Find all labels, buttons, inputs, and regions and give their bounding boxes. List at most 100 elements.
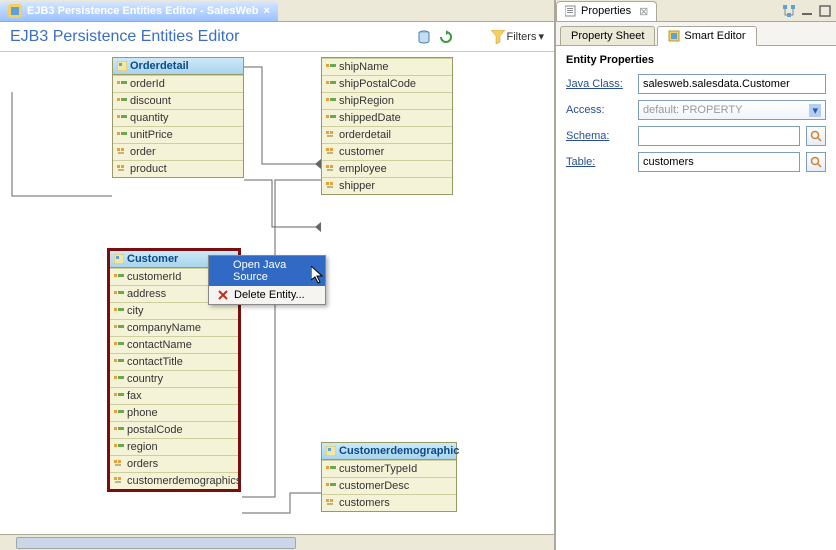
entity-icon <box>326 446 336 456</box>
filter-icon <box>491 30 505 44</box>
access-value: default: PROPERTY <box>643 104 742 116</box>
attr-icon <box>117 79 127 89</box>
pin-icon[interactable]: ⊠ <box>639 5 648 18</box>
attr-row[interactable]: unitPrice <box>113 126 243 143</box>
context-menu: Open Java Source Delete Entity... <box>208 255 326 305</box>
attr-row[interactable]: customer <box>322 143 452 160</box>
java-class-label[interactable]: Java Class: <box>566 78 632 90</box>
schema-label[interactable]: Schema: <box>566 130 632 142</box>
tab-property-sheet[interactable]: Property Sheet <box>560 26 655 46</box>
table-browse-button[interactable] <box>806 152 826 172</box>
schema-input[interactable] <box>638 126 800 146</box>
attr-row[interactable]: orderId <box>113 75 243 92</box>
attr-row[interactable]: quantity <box>113 109 243 126</box>
attr-row[interactable]: order <box>113 143 243 160</box>
properties-icon <box>565 5 577 17</box>
attr-row[interactable]: customerdemographics <box>110 472 238 489</box>
attr-icon <box>114 408 124 418</box>
table-label[interactable]: Table: <box>566 156 632 168</box>
attr-row[interactable]: customerDesc <box>322 477 456 494</box>
prop-row-table: Table: <box>566 152 826 172</box>
attr-row[interactable]: shipper <box>322 177 452 194</box>
properties-pane: Properties ⊠ Property Sheet Smart Editor… <box>556 0 836 550</box>
entity-canvas[interactable]: Orderdetail orderId discount quantity un… <box>0 52 554 534</box>
entity-icon <box>114 254 124 264</box>
entity-header[interactable]: Orderdetail <box>113 58 243 75</box>
attr-row[interactable]: discount <box>113 92 243 109</box>
attr-icon <box>114 323 124 333</box>
editor-pane: EJB3 Persistence Entities Editor - Sales… <box>0 0 556 550</box>
entity-orderdetail[interactable]: Orderdetail orderId discount quantity un… <box>112 57 244 178</box>
attr-icon <box>114 357 124 367</box>
scrollbar-thumb[interactable] <box>16 537 296 549</box>
rel-icon <box>117 147 127 157</box>
entity-name: Orderdetail <box>130 60 189 72</box>
entity-name: Customer <box>127 253 178 265</box>
chevron-down-icon: ▾ <box>809 104 821 117</box>
schema-browse-button[interactable] <box>806 126 826 146</box>
attr-row[interactable]: contactName <box>110 336 238 353</box>
sub-tab-label: Property Sheet <box>571 30 644 42</box>
attr-row[interactable]: contactTitle <box>110 353 238 370</box>
attr-row[interactable]: employee <box>322 160 452 177</box>
properties-view-tab[interactable]: Properties ⊠ <box>556 1 657 21</box>
attr-icon <box>326 62 336 72</box>
sub-tab-label: Smart Editor <box>684 30 745 42</box>
table-input[interactable] <box>638 152 800 172</box>
editor-tab[interactable]: EJB3 Persistence Entities Editor - Sales… <box>0 1 278 21</box>
attr-row[interactable]: customers <box>322 494 456 511</box>
entity-misc[interactable]: shipName shipPostalCode shipRegion shipp… <box>321 57 453 195</box>
refresh-icon[interactable] <box>439 30 453 44</box>
browse-icon <box>810 156 822 168</box>
menu-label: Open Java Source <box>233 259 317 283</box>
attr-row[interactable]: shipName <box>322 58 452 75</box>
rel-icon <box>117 164 127 174</box>
attr-icon <box>326 96 336 106</box>
attr-icon <box>326 464 336 474</box>
filters-button[interactable]: Filters ▾ <box>491 30 544 44</box>
attr-icon <box>114 442 124 452</box>
attr-row[interactable]: orders <box>110 455 238 472</box>
menu-label: Delete Entity... <box>234 289 305 301</box>
attr-row[interactable]: shipRegion <box>322 92 452 109</box>
attr-icon <box>114 425 124 435</box>
view-tab-label: Properties <box>581 5 631 17</box>
attr-icon <box>114 340 124 350</box>
smart-editor-icon <box>668 30 680 42</box>
rel-icon <box>326 181 336 191</box>
prop-row-java-class: Java Class: <box>566 74 826 94</box>
attr-row[interactable]: postalCode <box>110 421 238 438</box>
filters-label: Filters <box>507 31 537 43</box>
attr-row[interactable]: phone <box>110 404 238 421</box>
attr-row[interactable]: shippedDate <box>322 109 452 126</box>
maximize-icon[interactable] <box>818 4 832 18</box>
editor-icon <box>8 4 22 18</box>
rel-icon <box>326 164 336 174</box>
db-icon[interactable] <box>417 30 431 44</box>
properties-body: Entity Properties Java Class: Access: de… <box>556 46 836 550</box>
tab-smart-editor[interactable]: Smart Editor <box>657 26 756 46</box>
attr-row[interactable]: fax <box>110 387 238 404</box>
prop-row-schema: Schema: <box>566 126 826 146</box>
menu-delete-entity[interactable]: Delete Entity... <box>209 286 325 304</box>
attr-row[interactable]: orderdetail <box>322 126 452 143</box>
tree-icon[interactable] <box>782 4 796 18</box>
entity-header[interactable]: Customerdemographic <box>322 443 456 460</box>
close-icon[interactable]: × <box>264 5 270 17</box>
attr-icon <box>114 391 124 401</box>
attr-row[interactable]: companyName <box>110 319 238 336</box>
attr-row[interactable]: country <box>110 370 238 387</box>
entity-customerdemographic[interactable]: Customerdemographic customerTypeId custo… <box>321 442 457 512</box>
attr-row[interactable]: customerTypeId <box>322 460 456 477</box>
attr-row[interactable]: shipPostalCode <box>322 75 452 92</box>
scrollbar-horizontal[interactable] <box>0 534 554 550</box>
attr-icon <box>114 374 124 384</box>
attr-row[interactable]: product <box>113 160 243 177</box>
java-class-input[interactable] <box>638 74 826 94</box>
minimize-icon[interactable] <box>800 4 814 18</box>
attr-icon <box>326 481 336 491</box>
access-label: Access: <box>566 104 632 116</box>
menu-open-java-source[interactable]: Open Java Source <box>209 256 325 286</box>
access-select[interactable]: default: PROPERTY ▾ <box>638 100 826 120</box>
attr-row[interactable]: region <box>110 438 238 455</box>
